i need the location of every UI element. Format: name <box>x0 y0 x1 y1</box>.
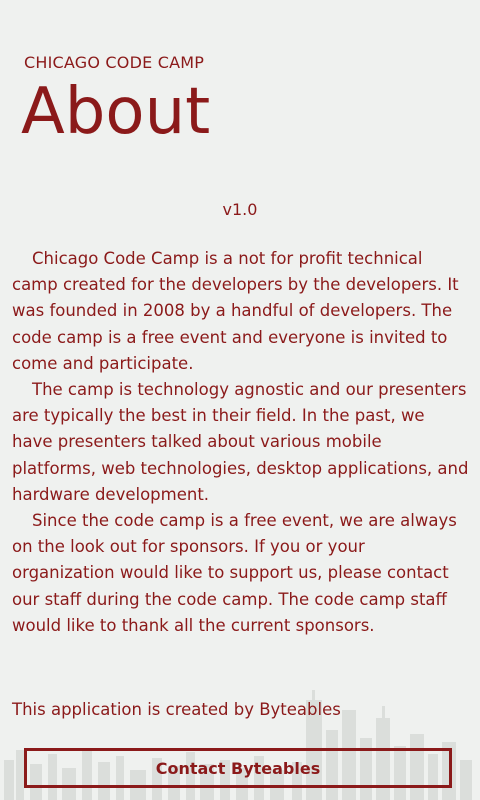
contact-byteables-button[interactable]: Contact Byteables <box>24 748 452 788</box>
about-description: Chicago Code Camp is a not for profit te… <box>12 246 470 639</box>
app-title: CHICAGO CODE CAMP <box>24 53 205 72</box>
version-label: v1.0 <box>222 200 258 219</box>
about-paragraph: Chicago Code Camp is a not for profit te… <box>12 249 459 373</box>
about-paragraph: The camp is technology agnostic and our … <box>12 380 469 504</box>
about-paragraph: Since the code camp is a free event, we … <box>12 511 457 635</box>
creator-credit: This application is created by Byteables <box>12 700 341 719</box>
page-title: About <box>21 75 211 149</box>
